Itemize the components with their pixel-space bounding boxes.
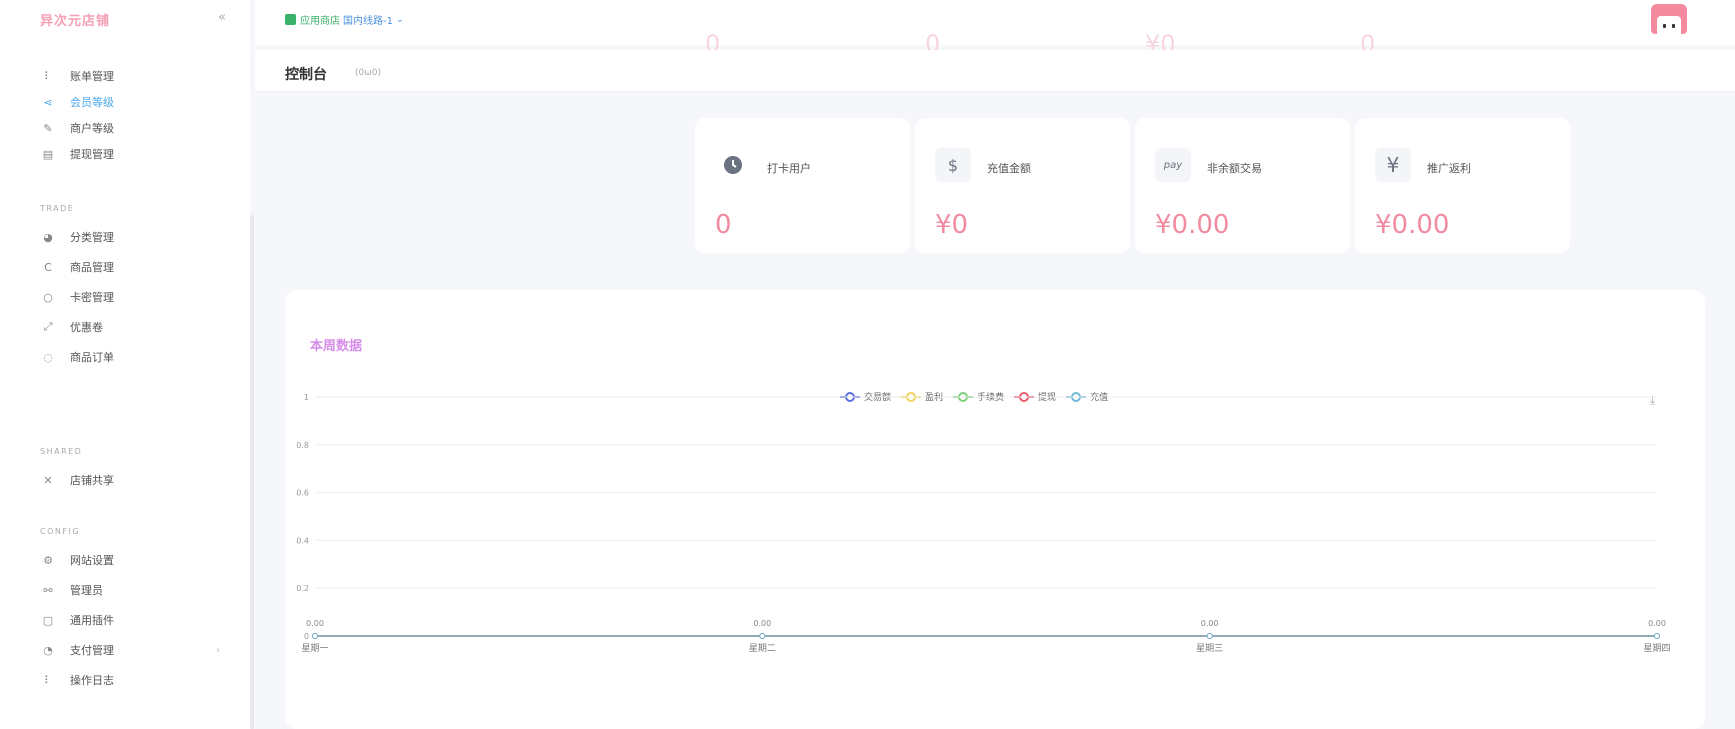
store-icon	[285, 14, 296, 25]
brand-logo: 异次元店铺	[40, 14, 111, 29]
merchant-icon: ✎	[43, 121, 53, 135]
x-tick-label: 星期二	[749, 643, 776, 654]
page-subtitle: (0ω0)	[355, 68, 382, 78]
admin-icon: ⚯	[43, 583, 53, 597]
category-icon: ◕	[43, 230, 53, 244]
sidebar-item-label: 管理员	[70, 584, 103, 597]
goods-icon: C	[44, 260, 52, 274]
store-name: 应用商店	[300, 16, 340, 27]
topbar: 应用商店 国内线路-1 ⌄	[255, 0, 1735, 45]
user-avatar[interactable]	[1649, 4, 1689, 42]
data-label: 0.00	[1648, 619, 1666, 628]
sidebar-item[interactable]: ✕ 店铺共享	[40, 469, 230, 491]
y-tick-label: 0.6	[296, 489, 309, 498]
sidebar-item[interactable]: ⚙ 网站设置	[40, 549, 230, 571]
chevron-right-icon: ›	[216, 644, 220, 656]
bill-icon: ⠇	[43, 69, 53, 83]
sidebar-item-label: 分类管理	[70, 231, 114, 244]
payment-icon: ◔	[43, 643, 53, 657]
sidebar-item-label: 卡密管理	[70, 291, 114, 304]
data-label: 0.00	[1201, 619, 1219, 628]
stat-value: ¥0.00	[1155, 210, 1230, 240]
sidebar-item-label: 支付管理	[70, 644, 114, 657]
data-label: 0.00	[306, 619, 324, 628]
sidebar-item-label: 商户等级	[70, 122, 114, 135]
sidebar-item[interactable]: ▤ 提现管理	[40, 143, 230, 165]
y-tick-label: 0.8	[296, 441, 309, 450]
sidebar-item-label: 提现管理	[70, 148, 114, 161]
stat-label: 非余额交易	[1207, 162, 1262, 175]
sidebar-item[interactable]: ⠇ 操作日志	[40, 669, 230, 691]
x-tick-label: 星期四	[1643, 643, 1670, 654]
sidebar-item-label: 店铺共享	[70, 474, 114, 487]
sidebar-item[interactable]: ⠇ 账单管理	[40, 65, 230, 87]
sidebar: 异次元店铺 « ⠇ 账单管理 ⋖ 会员等级 ✎ 商户等级 ▤ 提现管理 TRADE…	[0, 0, 250, 729]
log-icon: ⠇	[43, 673, 53, 687]
x-tick-label: 星期一	[301, 643, 328, 654]
y-tick-label: 1	[304, 393, 309, 402]
sidebar-item[interactable]: ○ 卡密管理	[40, 286, 230, 308]
stat-value: ¥0.00	[1375, 210, 1450, 240]
y-tick-label: 0	[304, 632, 309, 641]
sidebar-item-label: 会员等级	[70, 96, 114, 109]
coupon-icon: ⤢	[43, 320, 53, 333]
stat-label: 推广返利	[1427, 162, 1471, 175]
pay-icon: pay	[1155, 148, 1191, 182]
stat-label: 打卡用户	[767, 162, 811, 175]
sidebar-item-label: 操作日志	[70, 674, 114, 687]
plugin-icon: ▢	[42, 613, 54, 627]
data-point	[1206, 633, 1213, 639]
data-label: 0.00	[753, 619, 771, 628]
store-selector[interactable]: 应用商店 国内线路-1 ⌄	[285, 12, 404, 27]
y-tick-label: 0.4	[296, 536, 309, 545]
card-icon: ○	[43, 290, 53, 304]
sidebar-item[interactable]: C 商品管理	[40, 256, 230, 278]
x-tick-label: 星期三	[1196, 643, 1223, 654]
sidebar-item-label: 账单管理	[70, 70, 114, 83]
yen-icon: ¥	[1375, 148, 1411, 182]
sidebar-item-label: 网站设置	[70, 554, 114, 567]
settings-icon: ⚙	[43, 553, 53, 567]
stat-value: ¥0	[935, 210, 969, 240]
section-shared: SHARED	[40, 447, 83, 456]
stat-card-recharge: $ 充值金额 ¥0	[915, 118, 1130, 253]
page-title: 控制台	[285, 67, 327, 83]
sidebar-item[interactable]: ✎ 商户等级	[40, 117, 230, 139]
data-point	[312, 633, 318, 639]
weekly-chart-panel: 本周数据 交易额 盈利 手续费 提现 充值 ⤓ 0 0.2 0.4 0.6 0.8 1 星期…	[285, 290, 1705, 729]
order-icon: ◌	[43, 350, 53, 364]
data-point	[1654, 633, 1660, 639]
recharge-icon: $	[935, 148, 971, 182]
collapse-sidebar-icon[interactable]: «	[218, 10, 226, 25]
stat-card-rebate: ¥ 推广返利 ¥0.00	[1355, 118, 1570, 253]
stat-card-nonbalance: pay 非余额交易 ¥0.00	[1135, 118, 1350, 253]
line-chart: 0 0.2 0.4 0.6 0.8 1 星期一 星期二 星期三 星期四 0.00 0.00 0.00 0.…	[296, 393, 1670, 654]
withdraw-icon: ▤	[42, 147, 54, 161]
sidebar-item[interactable]: ⋖ 会员等级	[40, 91, 230, 113]
sidebar-item[interactable]: ▢ 通用插件	[40, 609, 230, 631]
share-icon: ⋖	[43, 95, 53, 109]
sidebar-item[interactable]: ⤢ 优惠卷	[40, 316, 230, 338]
sidebar-item-label: 优惠卷	[70, 321, 103, 334]
sidebar-item[interactable]: ◕ 分类管理	[40, 226, 230, 248]
section-config: CONFIG	[40, 527, 81, 536]
stat-label: 充值金额	[987, 162, 1031, 175]
sidebar-item[interactable]: ◔ 支付管理 ›	[40, 639, 230, 661]
y-tick-label: 0.2	[296, 584, 309, 593]
chevron-down-icon: ⌄	[395, 14, 404, 25]
sidebar-item-label: 通用插件	[70, 614, 114, 627]
sidebar-scrollbar[interactable]	[250, 215, 254, 729]
sidebar-item-label: 商品管理	[70, 261, 114, 274]
page-header: 控制台 (0ω0)	[255, 50, 1735, 92]
data-point	[759, 633, 766, 639]
sidebar-item[interactable]: ◌ 商品订单	[40, 346, 230, 368]
store-line: 国内线路-1	[343, 16, 393, 27]
sidebar-item[interactable]: ⚯ 管理员	[40, 579, 230, 601]
shared-icon: ✕	[43, 473, 53, 487]
sidebar-item-label: 商品订单	[70, 351, 114, 364]
section-trade: TRADE	[40, 204, 75, 213]
stat-card-checkin: 打卡用户 0	[695, 118, 910, 253]
stat-value: 0	[715, 210, 732, 240]
clock-icon	[715, 148, 751, 182]
